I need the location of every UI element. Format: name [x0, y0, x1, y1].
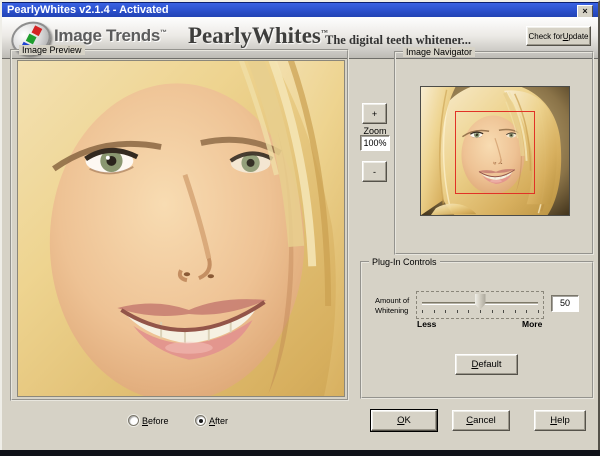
help-button[interactable]: Help [534, 410, 586, 431]
product-name: PearlyWhites™ [188, 23, 328, 48]
before-radio[interactable] [128, 415, 139, 426]
zoom-in-button[interactable]: + [362, 103, 387, 124]
image-preview-canvas[interactable] [17, 60, 345, 397]
after-radio-label[interactable]: After [209, 416, 228, 426]
check-for-update-button[interactable]: Check for Update [526, 26, 591, 46]
default-button[interactable]: Default [455, 354, 518, 375]
cancel-button[interactable]: Cancel [452, 410, 510, 431]
less-label: Less [417, 319, 437, 329]
navigator-thumbnail[interactable] [420, 86, 570, 216]
image-preview-label: Image Preview [19, 45, 85, 55]
after-radio[interactable] [195, 415, 206, 426]
minus-icon: - [373, 166, 376, 177]
brand-name: Image Trends™ [54, 26, 167, 45]
plus-icon: + [371, 108, 378, 119]
image-navigator-group: Image Navigator [394, 47, 594, 255]
zoom-level-field[interactable]: 100% [360, 135, 390, 151]
screen-edge-strip [0, 450, 600, 456]
plugin-controls-group: Plug-In Controls Amount of Whitening Les… [360, 257, 594, 399]
app-window: PearlyWhites v2.1.4 - Activated × Image … [0, 0, 600, 456]
title-bar[interactable]: PearlyWhites v2.1.4 - Activated × [2, 2, 598, 18]
amount-of-whitening-label: Amount of Whitening [375, 296, 410, 315]
image-preview-group: Image Preview [10, 45, 349, 401]
plugin-controls-label: Plug-In Controls [369, 257, 440, 267]
more-label: More [522, 319, 543, 329]
window-title: PearlyWhites v2.1.4 - Activated [7, 4, 169, 16]
zoom-out-button[interactable]: - [362, 161, 387, 182]
product-tagline: The digital teeth whitener... [325, 33, 472, 47]
close-icon: × [582, 6, 588, 16]
image-navigator-label: Image Navigator [403, 47, 476, 57]
whitening-value-field[interactable]: 50 [551, 295, 579, 312]
ok-button[interactable]: OK [370, 409, 438, 432]
before-radio-label[interactable]: Before [142, 416, 169, 426]
preview-photo-image [18, 61, 344, 396]
navigator-view-rectangle[interactable] [455, 111, 535, 194]
slider-ticks [422, 310, 539, 314]
